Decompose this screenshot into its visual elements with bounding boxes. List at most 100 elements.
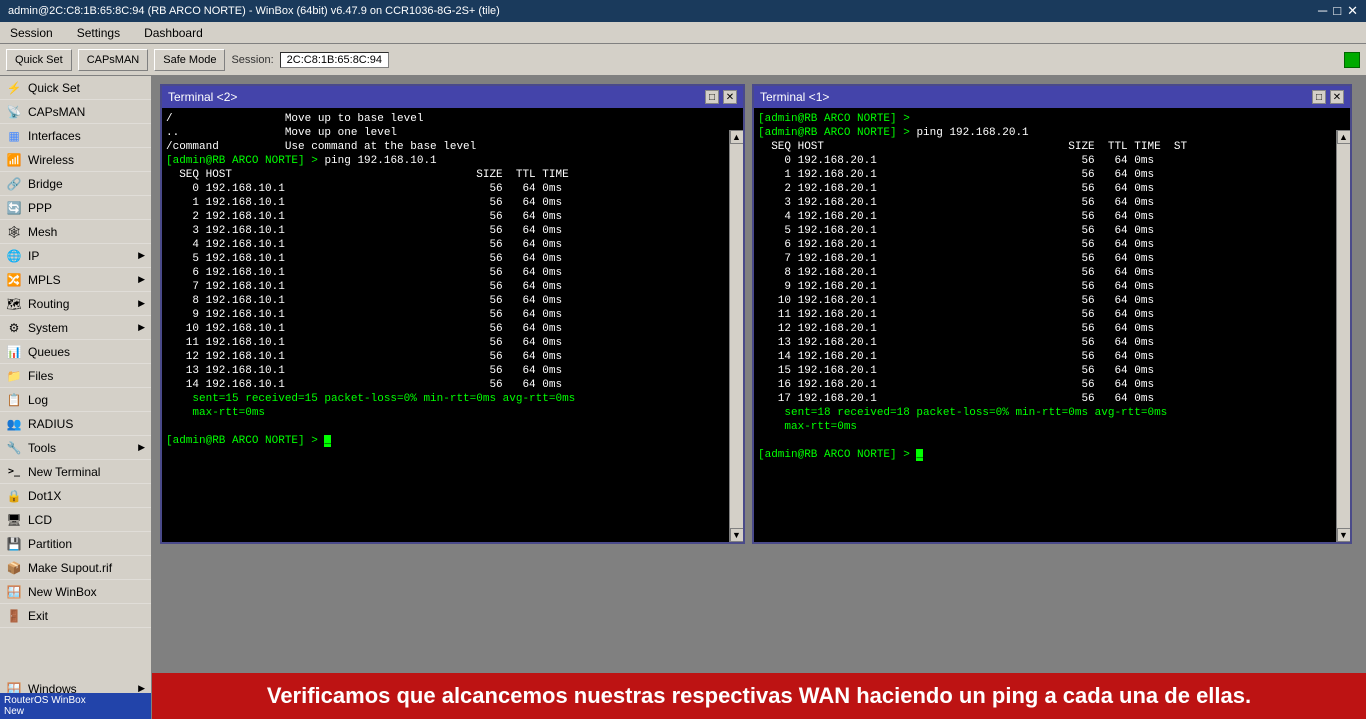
- sidebar-label-ip: IP: [28, 249, 39, 263]
- mpls-icon: 🔀: [6, 272, 22, 288]
- menu-dashboard[interactable]: Dashboard: [138, 24, 209, 42]
- terminal-1-scrollbar[interactable]: ▲ ▼: [1336, 130, 1350, 542]
- sidebar-label-ppp: PPP: [28, 201, 52, 215]
- terminal-2-window: Terminal <2> □ ✕ / Move up to base level…: [160, 84, 745, 544]
- main-area: ⚡ Quick Set 📡 CAPsMAN ▦ Interfaces 📶 Wir…: [0, 76, 1366, 719]
- sidebar-item-mesh[interactable]: 🕸 Mesh: [0, 220, 151, 244]
- sidebar-label-capsman: CAPsMAN: [28, 105, 85, 119]
- quick-set-button[interactable]: Quick Set: [6, 49, 72, 71]
- sidebar: ⚡ Quick Set 📡 CAPsMAN ▦ Interfaces 📶 Wir…: [0, 76, 152, 719]
- menu-session[interactable]: Session: [4, 24, 59, 42]
- terminal-2-titlebar[interactable]: Terminal <2> □ ✕: [162, 86, 743, 108]
- sidebar-item-exit[interactable]: 🚪 Exit: [0, 604, 151, 628]
- terminal-1-title: Terminal <1>: [760, 90, 829, 104]
- sidebar-label-dot1x: Dot1X: [28, 489, 61, 503]
- bridge-icon: 🔗: [6, 176, 22, 192]
- annotation-overlay: Verificamos que alcancemos nuestras resp…: [152, 673, 1366, 719]
- titlebar-title: admin@2C:C8:1B:65:8C:94 (RB ARCO NORTE) …: [8, 5, 500, 17]
- maximize-button[interactable]: □: [1333, 3, 1341, 19]
- sidebar-item-bridge[interactable]: 🔗 Bridge: [0, 172, 151, 196]
- minimize-button[interactable]: ─: [1318, 3, 1327, 19]
- safe-mode-button[interactable]: Safe Mode: [154, 49, 225, 71]
- sidebar-label-wireless: Wireless: [28, 153, 74, 167]
- sidebar-item-system[interactable]: ⚙ System: [0, 316, 151, 340]
- sidebar-label-make-supout: Make Supout.rif: [28, 561, 112, 575]
- terminal-2-close-button[interactable]: ✕: [723, 90, 737, 104]
- routeros-brand: RouterOS WinBox New: [0, 693, 152, 719]
- sidebar-item-log[interactable]: 📋 Log: [0, 388, 151, 412]
- sidebar-item-tools[interactable]: 🔧 Tools: [0, 436, 151, 460]
- sidebar-item-mpls[interactable]: 🔀 MPLS: [0, 268, 151, 292]
- terminal-2-title: Terminal <2>: [168, 90, 237, 104]
- tools-icon: 🔧: [6, 440, 22, 456]
- wireless-icon: 📶: [6, 152, 22, 168]
- sidebar-label-files: Files: [28, 369, 53, 383]
- sidebar-item-interfaces[interactable]: ▦ Interfaces: [0, 124, 151, 148]
- terminal-2-scroll-up[interactable]: ▲: [730, 130, 744, 144]
- sidebar-label-system: System: [28, 321, 68, 335]
- sidebar-label-log: Log: [28, 393, 48, 407]
- titlebar: admin@2C:C8:1B:65:8C:94 (RB ARCO NORTE) …: [0, 0, 1366, 22]
- terminal-2-content: / Move up to base level .. Move up one l…: [162, 108, 743, 542]
- sidebar-item-ip[interactable]: 🌐 IP: [0, 244, 151, 268]
- terminal-1-titlebar[interactable]: Terminal <1> □ ✕: [754, 86, 1350, 108]
- toolbar: Quick Set CAPsMAN Safe Mode Session: 2C:…: [0, 44, 1366, 76]
- sidebar-label-mpls: MPLS: [28, 273, 61, 287]
- sidebar-item-radius[interactable]: 👥 RADIUS: [0, 412, 151, 436]
- terminal-1-scroll-up[interactable]: ▲: [1337, 130, 1351, 144]
- sidebar-item-lcd[interactable]: 🖥 LCD: [0, 508, 151, 532]
- sidebar-label-quick-set: Quick Set: [28, 81, 80, 95]
- sidebar-item-partition[interactable]: 💾 Partition: [0, 532, 151, 556]
- files-icon: 📁: [6, 368, 22, 384]
- sidebar-item-dot1x[interactable]: 🔒 Dot1X: [0, 484, 151, 508]
- sidebar-item-make-supout[interactable]: 📦 Make Supout.rif: [0, 556, 151, 580]
- new-terminal-icon: >_: [6, 464, 22, 480]
- terminal-2-body[interactable]: / Move up to base level .. Move up one l…: [162, 108, 743, 542]
- terminal-2-scroll-down[interactable]: ▼: [730, 528, 744, 542]
- sidebar-item-wireless[interactable]: 📶 Wireless: [0, 148, 151, 172]
- sidebar-item-new-terminal[interactable]: >_ New Terminal: [0, 460, 151, 484]
- annotation-text: Verificamos que alcancemos nuestras resp…: [267, 683, 1251, 708]
- terminal-2-controls: □ ✕: [705, 90, 737, 104]
- partition-icon: 💾: [6, 536, 22, 552]
- sidebar-item-routing[interactable]: 🗺 Routing: [0, 292, 151, 316]
- sidebar-label-bridge: Bridge: [28, 177, 63, 191]
- radius-icon: 👥: [6, 416, 22, 432]
- terminal-1-scroll-down[interactable]: ▼: [1337, 528, 1351, 542]
- menubar: Session Settings Dashboard: [0, 22, 1366, 44]
- sidebar-item-queues[interactable]: 📊 Queues: [0, 340, 151, 364]
- sidebar-item-new-winbox[interactable]: 🪟 New WinBox: [0, 580, 151, 604]
- terminal-2-scrollbar[interactable]: ▲ ▼: [729, 130, 743, 542]
- sidebar-item-files[interactable]: 📁 Files: [0, 364, 151, 388]
- session-value: 2C:C8:1B:65:8C:94: [280, 52, 389, 68]
- sidebar-label-tools: Tools: [28, 441, 56, 455]
- capsman-icon: 📡: [6, 104, 22, 120]
- mesh-icon: 🕸: [6, 224, 22, 240]
- exit-icon: 🚪: [6, 608, 22, 624]
- menu-settings[interactable]: Settings: [71, 24, 126, 42]
- terminal-1-body[interactable]: [admin@RB ARCO NORTE] > [admin@RB ARCO N…: [754, 108, 1350, 542]
- sidebar-label-lcd: LCD: [28, 513, 52, 527]
- titlebar-controls[interactable]: ─ □ ✕: [1318, 3, 1358, 19]
- sidebar-label-mesh: Mesh: [28, 225, 57, 239]
- sidebar-label-new-terminal: New Terminal: [28, 465, 100, 479]
- connection-status-dot: [1344, 52, 1360, 68]
- sidebar-label-interfaces: Interfaces: [28, 129, 81, 143]
- make-supout-icon: 📦: [6, 560, 22, 576]
- dot1x-icon: 🔒: [6, 488, 22, 504]
- system-icon: ⚙: [6, 320, 22, 336]
- terminal-1-controls: □ ✕: [1312, 90, 1344, 104]
- sidebar-item-quick-set[interactable]: ⚡ Quick Set: [0, 76, 151, 100]
- terminal-1-maximize-button[interactable]: □: [1312, 90, 1326, 104]
- queues-icon: 📊: [6, 344, 22, 360]
- terminal-2-maximize-button[interactable]: □: [705, 90, 719, 104]
- close-button[interactable]: ✕: [1347, 3, 1358, 19]
- terminal-1-close-button[interactable]: ✕: [1330, 90, 1344, 104]
- terminal-1-window: Terminal <1> □ ✕ [admin@RB ARCO NORTE] >…: [752, 84, 1352, 544]
- sidebar-item-capsman[interactable]: 📡 CAPsMAN: [0, 100, 151, 124]
- sidebar-item-ppp[interactable]: 🔄 PPP: [0, 196, 151, 220]
- capsman-button[interactable]: CAPsMAN: [78, 49, 149, 71]
- sidebar-label-partition: Partition: [28, 537, 72, 551]
- new-winbox-icon: 🪟: [6, 584, 22, 600]
- sidebar-label-routing: Routing: [28, 297, 69, 311]
